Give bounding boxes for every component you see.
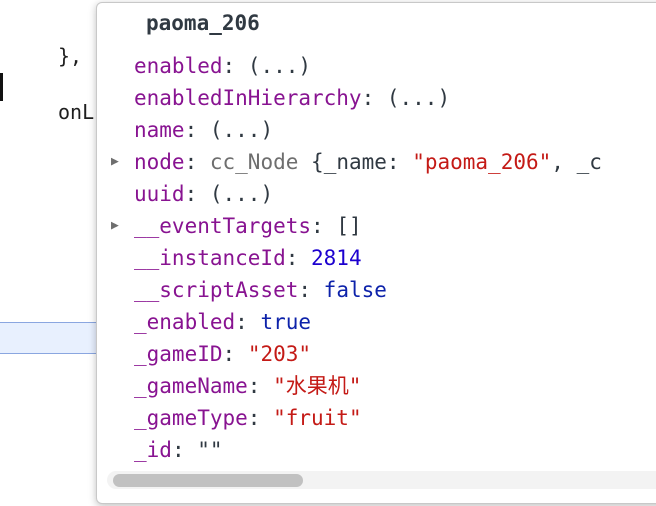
- object-preview-popover: paoma_206 enabled: (...) enabledInHierar…: [96, 2, 656, 504]
- popover-title: paoma_206: [146, 11, 260, 35]
- boolean-value: true: [260, 310, 312, 334]
- property-key: _id: [134, 438, 172, 462]
- string-value: "203": [247, 342, 312, 366]
- property-key: __instanceId: [134, 246, 286, 270]
- preview-string: "paoma_206": [412, 150, 552, 174]
- property-row-game-name: _gameName: "水果机": [134, 374, 362, 398]
- triangle-right-icon[interactable]: ▶: [111, 146, 119, 178]
- property-row-uuid: uuid: (...): [134, 182, 274, 206]
- property-key: uuid: [134, 182, 185, 206]
- property-key: enabled: [134, 54, 223, 78]
- number-value: 2814: [311, 246, 362, 270]
- property-row-enabled-in-hierarchy: enabledInHierarchy: (...): [134, 86, 451, 110]
- property-row-enabled-private: _enabled: true: [134, 310, 312, 334]
- getter-value[interactable]: (...): [210, 118, 273, 142]
- property-key: enabledInHierarchy: [134, 86, 362, 110]
- property-row-game-id: _gameID: "203": [134, 342, 312, 366]
- preview-open: {_name:: [311, 150, 413, 174]
- string-value: "": [197, 438, 223, 462]
- property-row-instance-id: __instanceId: 2814: [134, 246, 362, 270]
- property-row-enabled: enabled: (...): [134, 54, 312, 78]
- property-key: name: [134, 118, 185, 142]
- code-line: onL: [58, 100, 95, 124]
- getter-value[interactable]: (...): [248, 54, 311, 78]
- text-cursor: [0, 73, 3, 101]
- property-row-game-type: _gameType: "fruit": [134, 406, 362, 430]
- property-key: _gameName: [134, 374, 248, 398]
- getter-value[interactable]: (...): [210, 182, 273, 206]
- property-row-name: name: (...): [134, 118, 274, 142]
- property-list: enabled: (...) enabledInHierarchy: (...)…: [97, 50, 656, 466]
- boolean-value: false: [323, 278, 387, 302]
- horizontal-scrollbar[interactable]: [107, 471, 656, 489]
- highlighted-line: [0, 322, 100, 354]
- property-row-event-targets[interactable]: ▶ __eventTargets: []: [97, 210, 656, 242]
- scrollbar-thumb[interactable]: [113, 474, 303, 487]
- property-key: __eventTargets: [134, 214, 312, 238]
- triangle-right-icon[interactable]: ▶: [111, 210, 119, 242]
- property-row-node[interactable]: ▶ node: cc_Node {_name: "paoma_206", _c: [97, 146, 656, 178]
- property-row-id: _id: "": [134, 438, 223, 462]
- property-key: _gameType: [134, 406, 248, 430]
- getter-value[interactable]: (...): [387, 86, 450, 110]
- string-value: "水果机": [273, 374, 362, 398]
- property-key: _gameID: [134, 342, 223, 366]
- code-line: },: [58, 44, 83, 68]
- preview-rest: , _c: [551, 150, 602, 174]
- string-value: "fruit": [273, 406, 362, 430]
- property-key: __scriptAsset: [134, 278, 299, 302]
- property-key: _enabled: [134, 310, 236, 334]
- array-value: []: [336, 214, 362, 238]
- property-key: node: [134, 150, 185, 174]
- class-name: cc_Node: [209, 150, 299, 174]
- property-row-script-asset: __scriptAsset: false: [134, 278, 387, 302]
